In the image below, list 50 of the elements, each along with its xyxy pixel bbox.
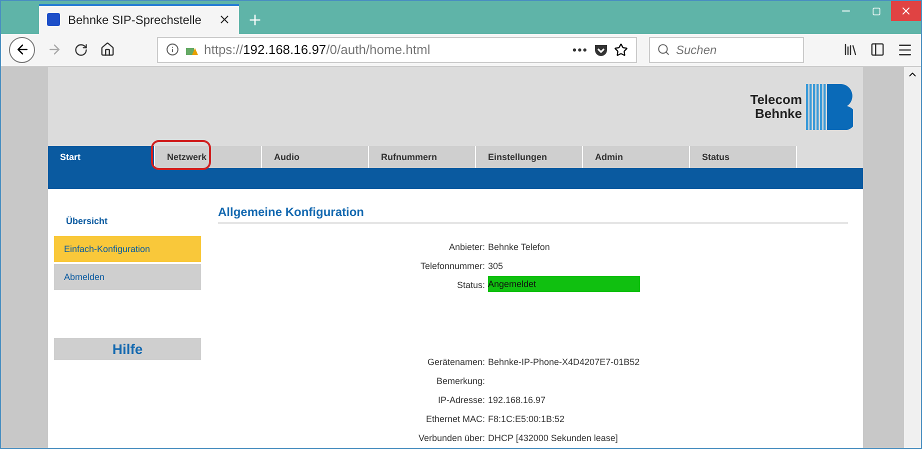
company-logo: Telecom Behnke (750, 84, 853, 130)
home-button[interactable] (100, 42, 115, 58)
field-value: F8:1C:E5:00:1B:52 (488, 413, 565, 426)
tab-title: Behnke SIP-Sprechstelle (68, 12, 202, 27)
search-field[interactable]: Suchen (649, 36, 804, 63)
sidebar-item[interactable]: Einfach-Konfiguration (54, 236, 201, 262)
nav-tab[interactable]: Admin (583, 146, 690, 168)
field-value: 192.168.16.97 (488, 394, 546, 407)
field-value: Behnke Telefon (488, 241, 550, 254)
field-label: Status: (456, 279, 486, 292)
search-icon (657, 42, 670, 56)
field-label: Verbunden über: (417, 432, 486, 445)
address-bar[interactable]: https://192.168.16.97/0/auth/home.html ••• (157, 36, 637, 63)
nav-tab[interactable]: Netzwerk (155, 146, 262, 168)
nav-tab[interactable]: Rufnummern (369, 146, 476, 168)
nav-tab[interactable]: Audio (262, 146, 369, 168)
field-value: Behnke-IP-Phone-X4D4207E7-01B52 (488, 356, 640, 369)
maximize-icon (872, 6, 880, 16)
field-label: Anbieter: (448, 241, 486, 254)
info-icon (166, 43, 179, 56)
reload-button[interactable] (74, 42, 88, 57)
favicon-icon (47, 13, 60, 26)
nav-tab[interactable]: Status (690, 146, 797, 168)
sidebar-heading[interactable]: Übersicht (54, 201, 201, 234)
field-value: DHCP [432000 Sekunden lease] (488, 432, 618, 445)
status-value: Angemeldet (488, 276, 640, 292)
field-label: Bemerkung: (435, 375, 486, 388)
more-actions-button[interactable]: ••• (572, 42, 588, 57)
help-button[interactable]: Hilfe (54, 338, 201, 360)
menu-button[interactable] (897, 42, 913, 58)
close-icon (900, 5, 912, 17)
nav-tab[interactable]: Start (48, 146, 155, 168)
browser-tab[interactable]: Behnke SIP-Sprechstelle (39, 4, 239, 34)
star-icon[interactable] (614, 42, 628, 57)
sidebar-button[interactable] (870, 42, 885, 58)
section-title: Allgemeine Konfiguration (218, 205, 848, 224)
nav-tab[interactable]: Einstellungen (476, 146, 583, 168)
library-button[interactable] (843, 42, 858, 58)
pocket-icon[interactable] (594, 42, 608, 57)
url-text: https://192.168.16.97/0/auth/home.html (204, 42, 432, 58)
field-label: Ethernet MAC: (424, 413, 486, 426)
close-icon[interactable] (218, 13, 231, 26)
sidebar-item[interactable]: Abmelden (54, 264, 201, 290)
scrollbar[interactable] (904, 67, 921, 448)
field-label: IP-Adresse: (436, 394, 486, 407)
close-window-button[interactable] (891, 1, 921, 21)
field-label: Gerätenamen: (426, 356, 486, 369)
field-value: 305 (488, 260, 504, 273)
field-label: Telefonnummer: (419, 260, 486, 273)
back-button[interactable] (9, 36, 35, 63)
